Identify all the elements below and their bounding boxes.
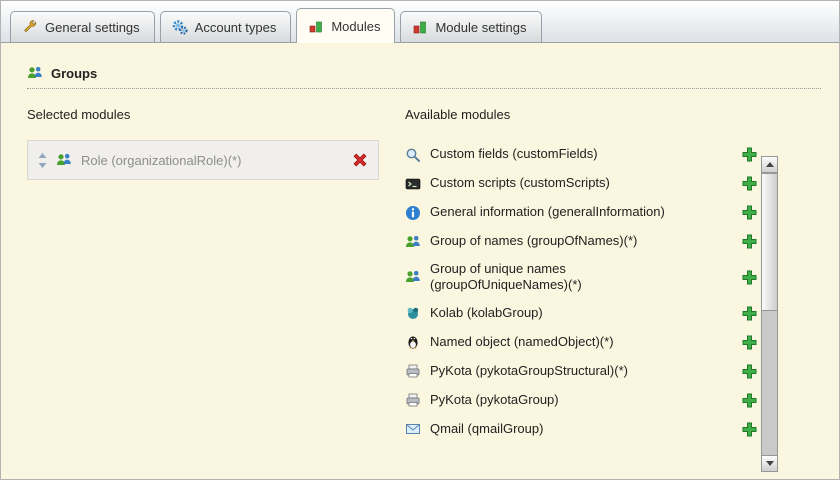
module-label: General information (generalInformation) — [430, 204, 665, 220]
tab-modules[interactable]: Modules — [296, 8, 396, 43]
kolab-icon — [405, 305, 421, 321]
group-icon — [405, 234, 421, 250]
selected-module-label: Role (organizationalRole)(*) — [81, 152, 242, 168]
add-module-button[interactable] — [742, 422, 757, 437]
available-modules-list: Custom fields (customFields) Custom scri… — [405, 140, 757, 444]
magnifier-icon — [405, 147, 421, 163]
add-module-button[interactable] — [742, 176, 757, 191]
tab-account-types[interactable]: Account types — [159, 11, 292, 42]
available-module-row: PyKota (pykotaGroup) — [405, 386, 757, 415]
available-modules-column: Available modules Custom fields (customF… — [405, 105, 757, 444]
group-icon — [27, 65, 43, 81]
printer-icon — [405, 363, 421, 379]
available-module-row: Custom fields (customFields) — [405, 140, 757, 169]
lam-configuration-window: General settings Account types Modules M… — [0, 0, 840, 480]
available-module-row: Kolab (kolabGroup) — [405, 299, 757, 328]
available-module-row: Group of unique names (groupOfUniqueName… — [405, 256, 757, 299]
selected-module-row[interactable]: Role (organizationalRole)(*) — [27, 140, 379, 180]
tab-label: Modules — [331, 18, 381, 34]
add-module-button[interactable] — [742, 335, 757, 350]
add-module-button[interactable] — [742, 364, 757, 379]
selected-modules-heading: Selected modules — [27, 107, 131, 122]
tab-label: General settings — [45, 19, 140, 35]
available-module-row: Qmail (qmailGroup) — [405, 415, 757, 444]
tab-module-settings[interactable]: Module settings — [400, 11, 542, 42]
tab-label: Module settings — [435, 19, 527, 35]
arrow-down-icon — [765, 461, 774, 466]
group-icon — [405, 269, 421, 285]
available-module-row: PyKota (pykotaGroupStructural)(*) — [405, 357, 757, 386]
group-icon — [56, 152, 72, 168]
info-icon — [405, 205, 421, 221]
remove-module-button[interactable] — [352, 152, 368, 168]
scroll-up-button[interactable] — [762, 157, 777, 173]
module-settings-icon — [412, 19, 428, 35]
available-module-row: Custom scripts (customScripts) — [405, 169, 757, 198]
scrollbar-thumb[interactable] — [762, 173, 777, 311]
tab-bar: General settings Account types Modules M… — [1, 1, 839, 43]
add-module-button[interactable] — [742, 393, 757, 408]
module-label: PyKota (pykotaGroup) — [430, 391, 559, 407]
arrow-up-icon — [765, 162, 774, 167]
add-module-button[interactable] — [742, 147, 757, 162]
printer-icon — [405, 392, 421, 408]
module-label: PyKota (pykotaGroupStructural)(*) — [430, 362, 628, 378]
available-module-row: Group of names (groupOfNames)(*) — [405, 227, 757, 256]
module-label: Qmail (qmailGroup) — [430, 420, 544, 436]
module-label: Named object (namedObject)(*) — [430, 333, 614, 349]
add-module-button[interactable] — [742, 306, 757, 321]
selected-modules-column: Selected modules Role (organizationalRol… — [27, 105, 379, 180]
tux-icon — [405, 334, 421, 350]
wrench-icon — [22, 19, 38, 35]
add-module-button[interactable] — [742, 205, 757, 220]
section-title: Groups — [51, 65, 98, 81]
module-label: Kolab (kolabGroup) — [430, 304, 543, 320]
add-module-button[interactable] — [742, 234, 757, 249]
available-module-row: General information (generalInformation) — [405, 198, 757, 227]
available-module-row: Named object (namedObject)(*) — [405, 328, 757, 357]
drag-handle-icon[interactable] — [38, 152, 47, 168]
module-label: Group of unique names (groupOfUniqueName… — [430, 261, 582, 293]
module-label: Group of names (groupOfNames)(*) — [430, 233, 638, 249]
module-label: Custom fields (customFields) — [430, 146, 598, 162]
modules-panel: Groups Selected modules Role (organizati… — [1, 43, 839, 444]
mail-icon — [405, 421, 421, 437]
script-icon — [405, 176, 421, 192]
gears-icon — [172, 19, 188, 35]
available-modules-scrollbar[interactable] — [761, 156, 778, 472]
tab-label: Account types — [194, 19, 277, 35]
section-header-groups: Groups — [27, 65, 821, 89]
modules-icon — [308, 18, 324, 34]
add-module-button[interactable] — [742, 270, 757, 285]
available-modules-heading: Available modules — [405, 107, 511, 122]
module-label: Custom scripts (customScripts) — [430, 175, 610, 191]
scroll-down-button[interactable] — [762, 455, 777, 471]
tab-general-settings[interactable]: General settings — [10, 11, 155, 42]
